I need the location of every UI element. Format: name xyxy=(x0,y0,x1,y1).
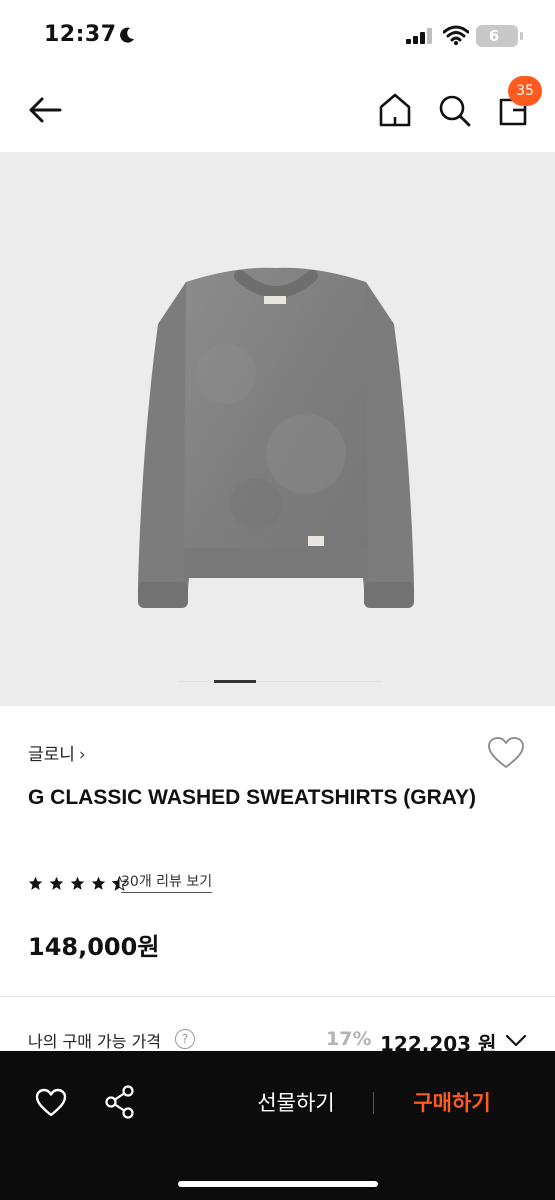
discount-rate: 17% xyxy=(326,1028,372,1050)
wifi-icon xyxy=(443,25,469,45)
status-bar: 12:37 6 xyxy=(0,0,555,70)
product-price: 148,000원 xyxy=(28,933,160,961)
back-button[interactable] xyxy=(26,92,66,128)
top-navbar xyxy=(0,70,555,152)
gift-button[interactable]: 선물하기 xyxy=(236,1087,356,1119)
home-indicator xyxy=(178,1181,378,1187)
action-separator xyxy=(373,1092,374,1114)
brand-link[interactable]: 글로니 › xyxy=(28,740,86,765)
chevron-right-icon: › xyxy=(78,745,86,765)
bottom-wishlist-button[interactable] xyxy=(34,1087,68,1119)
carousel-indicator xyxy=(178,680,382,683)
star-icon xyxy=(28,876,43,890)
arrow-left-icon xyxy=(29,97,62,123)
search-button[interactable] xyxy=(436,90,474,130)
my-price-label: 나의 구매 가능 가격 xyxy=(28,1032,162,1051)
product-title: G CLASSIC WASHED SWEATSHIRTS (GRAY) xyxy=(28,786,477,809)
review-link[interactable]: 30개 리뷰 보기 xyxy=(121,871,213,893)
search-icon xyxy=(439,95,471,127)
chevron-down-icon xyxy=(505,1034,527,1047)
home-button[interactable] xyxy=(376,90,414,130)
moon-icon xyxy=(120,27,134,43)
star-icon xyxy=(92,876,106,890)
expand-price-button[interactable] xyxy=(504,1030,528,1050)
cart-count-badge: 35 xyxy=(508,76,542,106)
carousel-track xyxy=(178,681,382,682)
product-image-carousel[interactable] xyxy=(0,152,555,706)
help-icon[interactable]: ? xyxy=(175,1029,195,1049)
status-time: 12:37 xyxy=(44,22,117,47)
heart-icon xyxy=(488,737,524,768)
share-icon xyxy=(105,1085,134,1119)
wishlist-button[interactable] xyxy=(486,735,526,771)
rating-stars xyxy=(28,873,128,893)
home-icon xyxy=(379,93,411,127)
section-divider xyxy=(0,996,555,997)
signal-icon xyxy=(406,28,432,44)
share-button[interactable] xyxy=(103,1084,137,1120)
carousel-thumb xyxy=(214,680,256,683)
battery-level: 6 xyxy=(488,27,500,45)
product-image xyxy=(138,267,414,608)
star-icon xyxy=(70,876,85,890)
battery-tip xyxy=(520,32,523,40)
heart-icon xyxy=(35,1088,67,1117)
battery-icon: 6 xyxy=(476,25,518,47)
brand-name: 글로니 xyxy=(28,745,75,765)
bottom-action-bar: 선물하기 구매하기 xyxy=(0,1051,555,1200)
buy-button[interactable]: 구매하기 xyxy=(392,1087,512,1119)
star-icon xyxy=(49,876,64,890)
